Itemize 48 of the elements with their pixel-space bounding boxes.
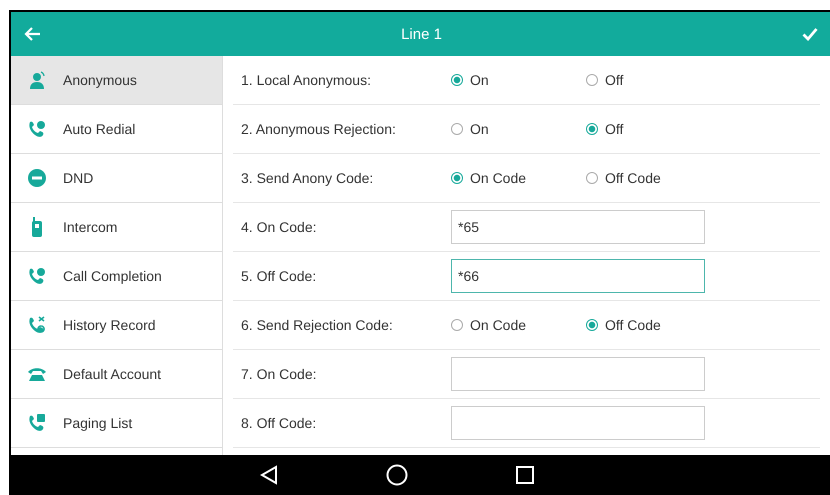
input-field[interactable] <box>451 357 705 391</box>
phone-icon <box>27 119 47 139</box>
do-not-disturb-icon <box>27 168 47 188</box>
radio-button[interactable] <box>586 319 598 331</box>
setting-label: 6. Send Rejection Code: <box>240 317 394 333</box>
sidebar-item[interactable]: DND <box>11 154 222 203</box>
radio-button[interactable] <box>451 319 463 331</box>
input-field[interactable]: *65 <box>451 210 705 244</box>
input-field[interactable] <box>451 406 705 440</box>
sidebar-item[interactable]: Paging List <box>11 399 222 448</box>
radio-option[interactable]: Off Code <box>586 170 721 186</box>
radio-option[interactable]: On Code <box>451 170 586 186</box>
sidebar-item[interactable]: Intercom <box>11 203 222 252</box>
input-field[interactable]: *66 <box>451 259 705 293</box>
radio-option[interactable]: Off <box>586 72 721 88</box>
sidebar-item[interactable]: Default Account <box>11 350 222 399</box>
radio-button[interactable] <box>451 123 463 135</box>
radio-button[interactable] <box>586 74 598 86</box>
setting-label: 8. Off Code: <box>240 415 318 431</box>
person-icon <box>27 70 47 90</box>
setting-label: 1. Local Anonymous: <box>240 72 372 88</box>
sidebar-item[interactable]: History Record <box>11 301 222 350</box>
radio-button[interactable] <box>586 172 598 184</box>
home-circle-icon <box>386 464 408 486</box>
setting-label: 7. On Code: <box>240 366 318 382</box>
square-icon <box>516 466 534 484</box>
back-arrow-icon <box>23 26 41 42</box>
radio-button[interactable] <box>586 123 598 135</box>
setting-label: 3. Send Anony Code: <box>240 170 374 186</box>
radio-option[interactable]: Off Code <box>586 317 721 333</box>
sidebar-item[interactable]: Call Completion <box>11 252 222 301</box>
radio-option[interactable]: Off <box>586 121 721 137</box>
phone-arrows-icon <box>27 315 47 335</box>
radio-option[interactable]: On Code <box>451 317 586 333</box>
radio-button[interactable] <box>451 172 463 184</box>
checkmark-icon <box>802 27 818 41</box>
setting-label: 5. Off Code: <box>240 268 318 284</box>
radio-option[interactable]: On <box>451 121 586 137</box>
window-title: Line 1 <box>401 26 442 42</box>
back-triangle-icon <box>260 465 278 485</box>
radio-option[interactable]: On <box>451 72 586 88</box>
setting-label: 4. On Code: <box>240 219 318 235</box>
phone-icon <box>27 266 47 286</box>
setting-label: 2. Anonymous Rejection: <box>240 121 397 137</box>
sidebar-item[interactable]: Anonymous <box>11 56 222 105</box>
phone-list-icon <box>27 413 47 433</box>
radio-button[interactable] <box>451 74 463 86</box>
sidebar-item[interactable]: Auto Redial <box>11 105 222 154</box>
